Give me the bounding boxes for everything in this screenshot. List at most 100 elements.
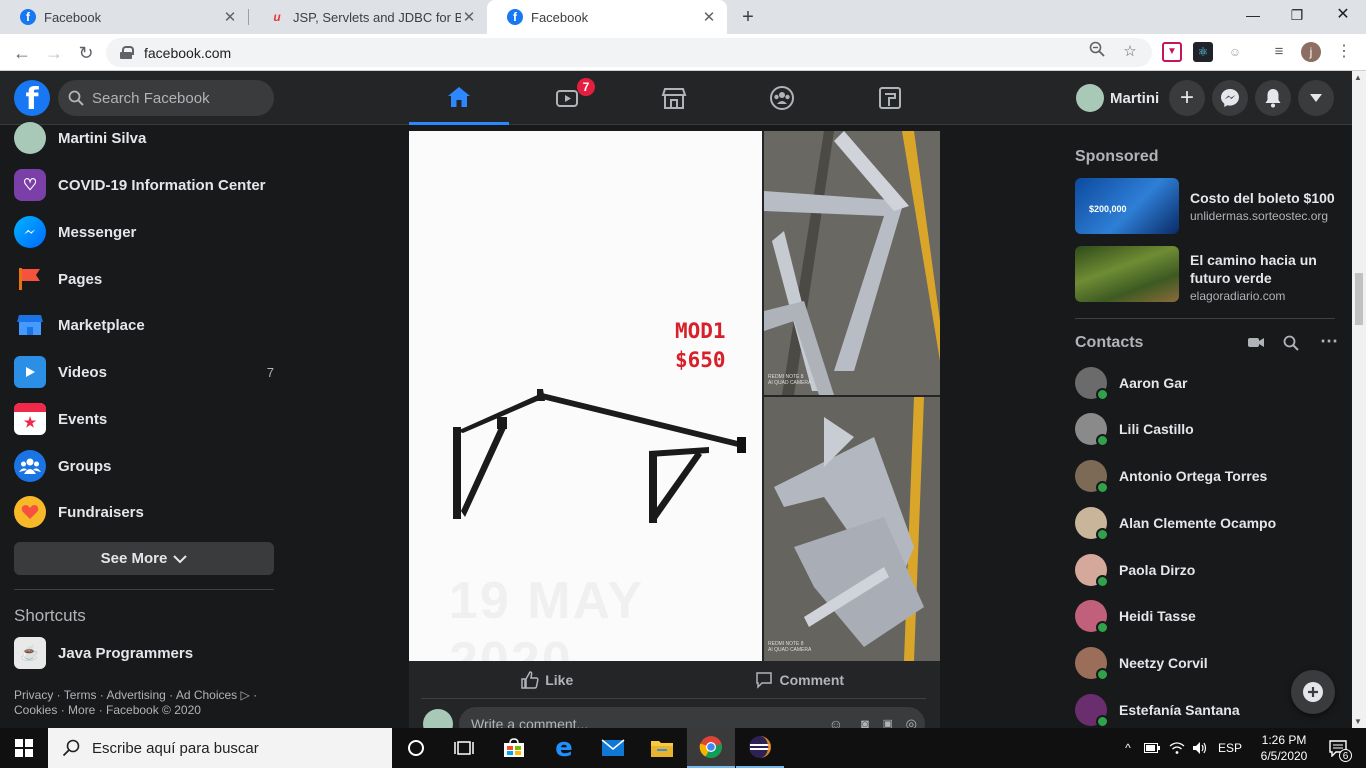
new-room-icon[interactable] — [1247, 335, 1265, 354]
zoom-icon[interactable] — [1086, 41, 1108, 63]
cortana-icon[interactable] — [392, 728, 440, 768]
tab-groups[interactable] — [732, 71, 832, 125]
action-center-button[interactable]: 6 — [1320, 728, 1356, 768]
edge-browser-icon[interactable]: e — [540, 728, 588, 768]
flag-icon — [14, 263, 46, 295]
url-field[interactable]: facebook.com ☆ — [106, 38, 1152, 67]
post-photo-top-right[interactable]: REDMI NOTE 8 AI QUAD CAMERA — [764, 131, 940, 395]
windows-start-button[interactable] — [0, 728, 48, 768]
post-photo-main[interactable]: 19 MAY 2020 MOD1 $650 — [409, 131, 762, 661]
contacts-search-icon[interactable] — [1283, 335, 1299, 356]
sidebar-item-pages[interactable]: Pages — [14, 259, 278, 299]
close-tab-icon[interactable]: ✕ — [701, 8, 717, 26]
back-button[interactable]: ← — [9, 40, 35, 66]
browser-tab-2[interactable]: u JSP, Servlets and JDBC for Beginn ✕ — [249, 0, 487, 34]
sidebar-item-covid[interactable]: ♡ COVID-19 Information Center — [14, 165, 278, 205]
account-menu-button[interactable] — [1298, 80, 1334, 116]
new-message-button[interactable] — [1291, 670, 1335, 714]
facebook-icon: f — [20, 9, 36, 25]
mail-icon[interactable] — [589, 728, 637, 768]
facebook-logo-icon[interactable]: f — [14, 80, 50, 116]
camera-caption-line-2: AI QUAD CAMERA — [768, 380, 812, 386]
browser-tab-3[interactable]: f Facebook ✕ — [487, 0, 727, 34]
sidebar-item-messenger[interactable]: Messenger — [14, 212, 278, 252]
scroll-down-arrow[interactable]: ▼ — [1354, 717, 1362, 726]
extension-react-icon[interactable]: ⚛ — [1193, 42, 1213, 62]
scrollbar-thumb[interactable] — [1355, 273, 1363, 325]
contact-item[interactable]: Lili Castillo — [1075, 411, 1345, 447]
metal-brackets-photo — [764, 397, 940, 661]
notifications-button[interactable] — [1255, 80, 1291, 116]
right-sidebar: Sponsored $200,000 Costo del boleto $100… — [1062, 125, 1352, 728]
contact-item[interactable]: Paola Dirzo — [1075, 552, 1345, 588]
sidebar-item-marketplace[interactable]: Marketplace — [14, 305, 278, 345]
bookmark-star-icon[interactable]: ☆ — [1119, 41, 1141, 63]
clock[interactable]: 1:26 PM 6/5/2020 — [1252, 728, 1316, 768]
ad-thumbnail: $200,000 — [1075, 178, 1179, 234]
minimize-button[interactable]: — — [1230, 0, 1276, 30]
sidebar-item-label: Fundraisers — [58, 503, 144, 521]
show-hidden-icons[interactable]: ^ — [1118, 728, 1138, 768]
chrome-menu-icon[interactable]: ⋮ — [1334, 42, 1354, 62]
sponsored-ad-1[interactable]: $200,000 Costo del boleto $100 unliderma… — [1075, 178, 1345, 238]
language-indicator[interactable]: ESP — [1214, 728, 1246, 768]
close-window-button[interactable]: ✕ — [1320, 0, 1366, 30]
page-scrollbar[interactable]: ▲ ▼ — [1352, 71, 1366, 728]
post-photo-bottom-right[interactable]: REDMI NOTE 8 AI QUAD CAMERA — [764, 397, 940, 661]
footer-links[interactable]: Privacy · Terms · Advertising · Ad Choic… — [14, 688, 264, 718]
search-bar[interactable] — [58, 80, 274, 116]
volume-icon[interactable] — [1190, 728, 1210, 768]
extension-face-icon[interactable]: ☺ — [1225, 42, 1245, 62]
profile-avatar[interactable]: j — [1301, 42, 1321, 62]
media-control-icon[interactable]: ≡ — [1269, 42, 1289, 62]
extension-save-icon[interactable]: ▼ — [1162, 42, 1182, 62]
new-tab-button[interactable]: + — [736, 5, 760, 29]
contact-item[interactable]: Heidi Tasse — [1075, 598, 1345, 634]
contacts-options-icon[interactable]: ⋯ — [1320, 331, 1338, 352]
eclipse-ide-icon[interactable] — [736, 728, 784, 768]
wifi-icon[interactable] — [1166, 728, 1188, 768]
messenger-button[interactable] — [1212, 80, 1248, 116]
sidebar-item-groups[interactable]: Groups — [14, 446, 278, 486]
sidebar-item-events[interactable]: ★ Events — [14, 399, 278, 439]
restore-button[interactable]: ❐ — [1274, 0, 1320, 30]
browser-tab-1[interactable]: f Facebook ✕ — [0, 0, 248, 34]
tab-home[interactable] — [409, 71, 509, 125]
sidebar-item-videos[interactable]: Videos 7 — [14, 352, 278, 392]
reload-button[interactable]: ↻ — [73, 40, 99, 66]
profile-chip[interactable]: Martini — [1072, 80, 1167, 116]
tab-watch[interactable]: 7 — [517, 71, 617, 125]
contact-name: Lili Castillo — [1119, 421, 1194, 437]
shortcut-java-programmers[interactable]: ☕ Java Programmers — [14, 633, 278, 673]
browser-tabstrip: f Facebook ✕ u JSP, Servlets and JDBC fo… — [0, 0, 1366, 34]
like-button[interactable]: Like — [421, 661, 674, 698]
search-icon — [68, 90, 84, 106]
sponsored-ad-2[interactable]: El camino hacia un futuro verde elagorad… — [1075, 246, 1345, 306]
tab-gaming[interactable] — [840, 71, 940, 125]
footer-line-2[interactable]: Cookies · More · Facebook © 2020 — [14, 703, 264, 718]
contact-item[interactable]: Aaron Gar — [1075, 365, 1345, 401]
create-button[interactable]: + — [1169, 80, 1205, 116]
sidebar-item-label: Groups — [58, 457, 112, 475]
close-tab-icon[interactable]: ✕ — [222, 8, 238, 26]
microsoft-store-icon[interactable] — [490, 728, 538, 768]
sidebar-item-profile[interactable]: Martini Silva — [14, 118, 278, 158]
footer-line-1[interactable]: Privacy · Terms · Advertising · Ad Choic… — [14, 688, 264, 703]
tab-marketplace[interactable] — [624, 71, 724, 125]
file-explorer-icon[interactable] — [638, 728, 686, 768]
avatar — [1075, 694, 1109, 728]
chrome-taskbar-icon[interactable] — [687, 728, 735, 768]
shop-icon — [14, 309, 46, 341]
forward-button[interactable]: → — [41, 40, 67, 66]
see-more-button[interactable]: See More — [14, 542, 274, 575]
sidebar-item-fundraisers[interactable]: Fundraisers — [14, 492, 278, 532]
contact-item[interactable]: Alan Clemente Ocampo — [1075, 505, 1345, 541]
taskbar-search[interactable]: Escribe aquí para buscar — [48, 728, 392, 768]
task-view-icon[interactable] — [440, 728, 488, 768]
contact-item[interactable]: Antonio Ortega Torres — [1075, 458, 1345, 494]
scroll-up-arrow[interactable]: ▲ — [1354, 73, 1362, 82]
close-tab-icon[interactable]: ✕ — [461, 8, 477, 26]
battery-icon[interactable] — [1142, 728, 1162, 768]
search-input[interactable] — [92, 89, 262, 107]
comment-button[interactable]: Comment — [674, 661, 927, 698]
